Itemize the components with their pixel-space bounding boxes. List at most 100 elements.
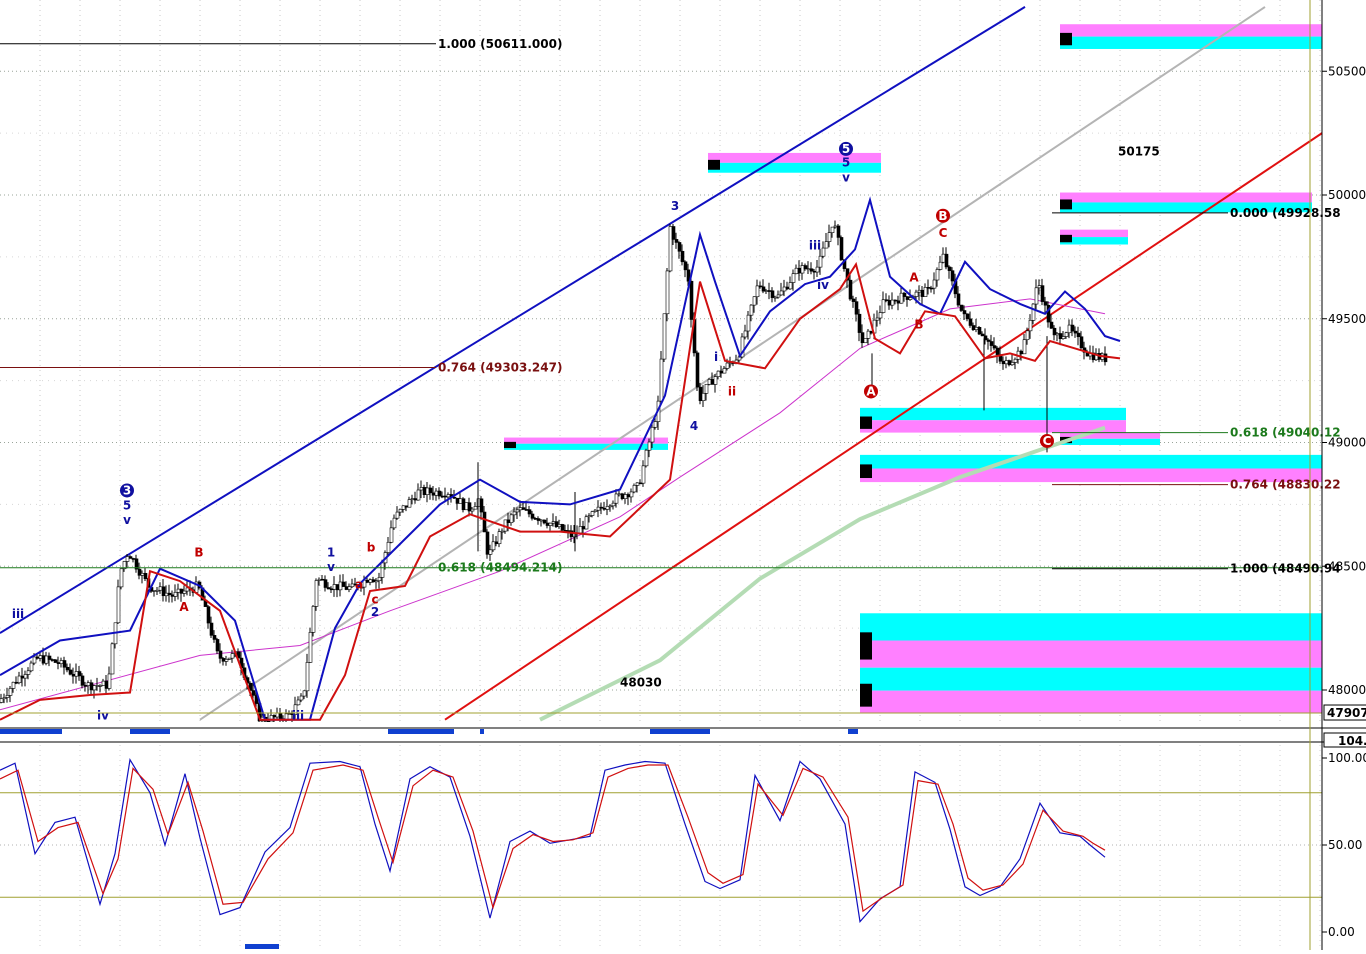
candle-body — [929, 287, 934, 290]
wave-label-circled: 3 — [123, 483, 131, 497]
candle-body — [1055, 333, 1060, 336]
osc-tick-label: 50.00 — [1328, 838, 1362, 852]
zone-band-bottom — [504, 443, 668, 450]
candle-body — [632, 485, 637, 493]
candle-body — [956, 293, 961, 306]
candle-body — [1022, 339, 1027, 355]
candle-body — [1049, 321, 1054, 329]
candle-body — [161, 586, 166, 597]
candle-body — [647, 441, 652, 451]
candle-body — [1004, 360, 1009, 365]
candle-body — [644, 449, 649, 467]
candle-body — [917, 289, 922, 293]
wave-label-circled: B — [938, 209, 947, 223]
zone-band-top — [708, 152, 881, 163]
candle-body — [986, 339, 991, 342]
candle-body — [1037, 285, 1042, 289]
candle-body — [299, 695, 304, 701]
candle-body — [431, 492, 436, 496]
candle-body — [530, 513, 535, 519]
candle-body — [1001, 360, 1006, 365]
candle-body — [395, 511, 400, 519]
candle-body — [35, 656, 40, 659]
candle-body — [542, 519, 547, 524]
candle-body — [938, 261, 943, 270]
candle-body — [602, 507, 607, 510]
candle-body — [965, 313, 970, 320]
candle-body — [758, 285, 763, 288]
candle-body — [617, 493, 622, 496]
candle-body — [1070, 324, 1075, 332]
candle-body — [272, 715, 277, 718]
candle-body — [995, 347, 1000, 355]
candle-body — [860, 332, 865, 344]
candle-body — [206, 606, 211, 624]
candle-body — [443, 495, 448, 498]
candle-body — [338, 581, 343, 591]
candle-body — [1010, 362, 1015, 366]
candle-body — [389, 527, 394, 543]
candle-body — [215, 639, 220, 652]
candle-body — [698, 386, 703, 401]
candle-body — [101, 680, 106, 686]
zone-marker — [860, 632, 872, 660]
candle-body — [74, 671, 79, 677]
zone-marker — [1060, 234, 1072, 243]
wave-label: 3 — [671, 199, 679, 213]
candle-body — [323, 579, 328, 588]
candle-body — [944, 253, 949, 268]
zone-band-bottom — [860, 640, 1322, 668]
candle-body — [623, 494, 628, 499]
candle-body — [398, 509, 403, 513]
candle-body — [629, 491, 634, 498]
candle-body — [158, 586, 163, 591]
candle-body — [29, 662, 34, 672]
fib-label-right: 0.618 (49040.12 — [1230, 426, 1341, 440]
candle-body — [1028, 320, 1033, 332]
candle-body — [1040, 285, 1045, 302]
candle-body — [545, 522, 550, 526]
candle-body — [350, 583, 355, 588]
elliott-wave-chart[interactable]: 1.000 (50611.000) 0.764 (49303.247) 0.618 … — [0, 0, 1366, 950]
candle-body — [311, 606, 316, 633]
candle-body — [434, 490, 439, 496]
zone-band-top — [1060, 192, 1312, 203]
candle-body — [725, 362, 730, 369]
candle-body — [815, 266, 820, 273]
candle-body — [788, 282, 793, 290]
wave-label: v — [123, 513, 131, 527]
candle-body — [419, 487, 424, 491]
candle-body — [458, 498, 463, 504]
candle-body — [653, 421, 658, 428]
candle-body — [47, 655, 52, 660]
candle-body — [992, 345, 997, 349]
candle-body — [539, 519, 544, 522]
candle-body — [296, 699, 301, 706]
candle-body — [32, 656, 37, 664]
wave-label: iv — [97, 709, 109, 723]
osc-tick-label: 0.00 — [1328, 925, 1355, 939]
wave-label: A — [179, 600, 189, 614]
zone-marker — [1060, 199, 1072, 210]
candle-body — [833, 225, 838, 228]
candle-body — [41, 655, 46, 664]
fib-label-left: 0.764 (49303.247) — [438, 361, 562, 375]
candle-body — [683, 261, 688, 271]
time-marker — [848, 729, 858, 734]
candle-body — [137, 568, 142, 576]
candle-body — [980, 333, 985, 337]
candle-body — [641, 465, 646, 484]
candle-body — [905, 296, 910, 300]
candle-body — [794, 267, 799, 275]
candle-body — [155, 589, 160, 592]
candle-body — [875, 317, 880, 321]
candle-body — [401, 505, 406, 510]
candle-body — [1067, 324, 1072, 334]
candle-body — [803, 265, 808, 270]
candle-body — [473, 506, 478, 510]
candle-body — [974, 327, 979, 330]
candle-body — [791, 273, 796, 283]
candle-body — [104, 680, 109, 689]
candle-body — [485, 531, 490, 555]
candle-body — [119, 568, 124, 588]
